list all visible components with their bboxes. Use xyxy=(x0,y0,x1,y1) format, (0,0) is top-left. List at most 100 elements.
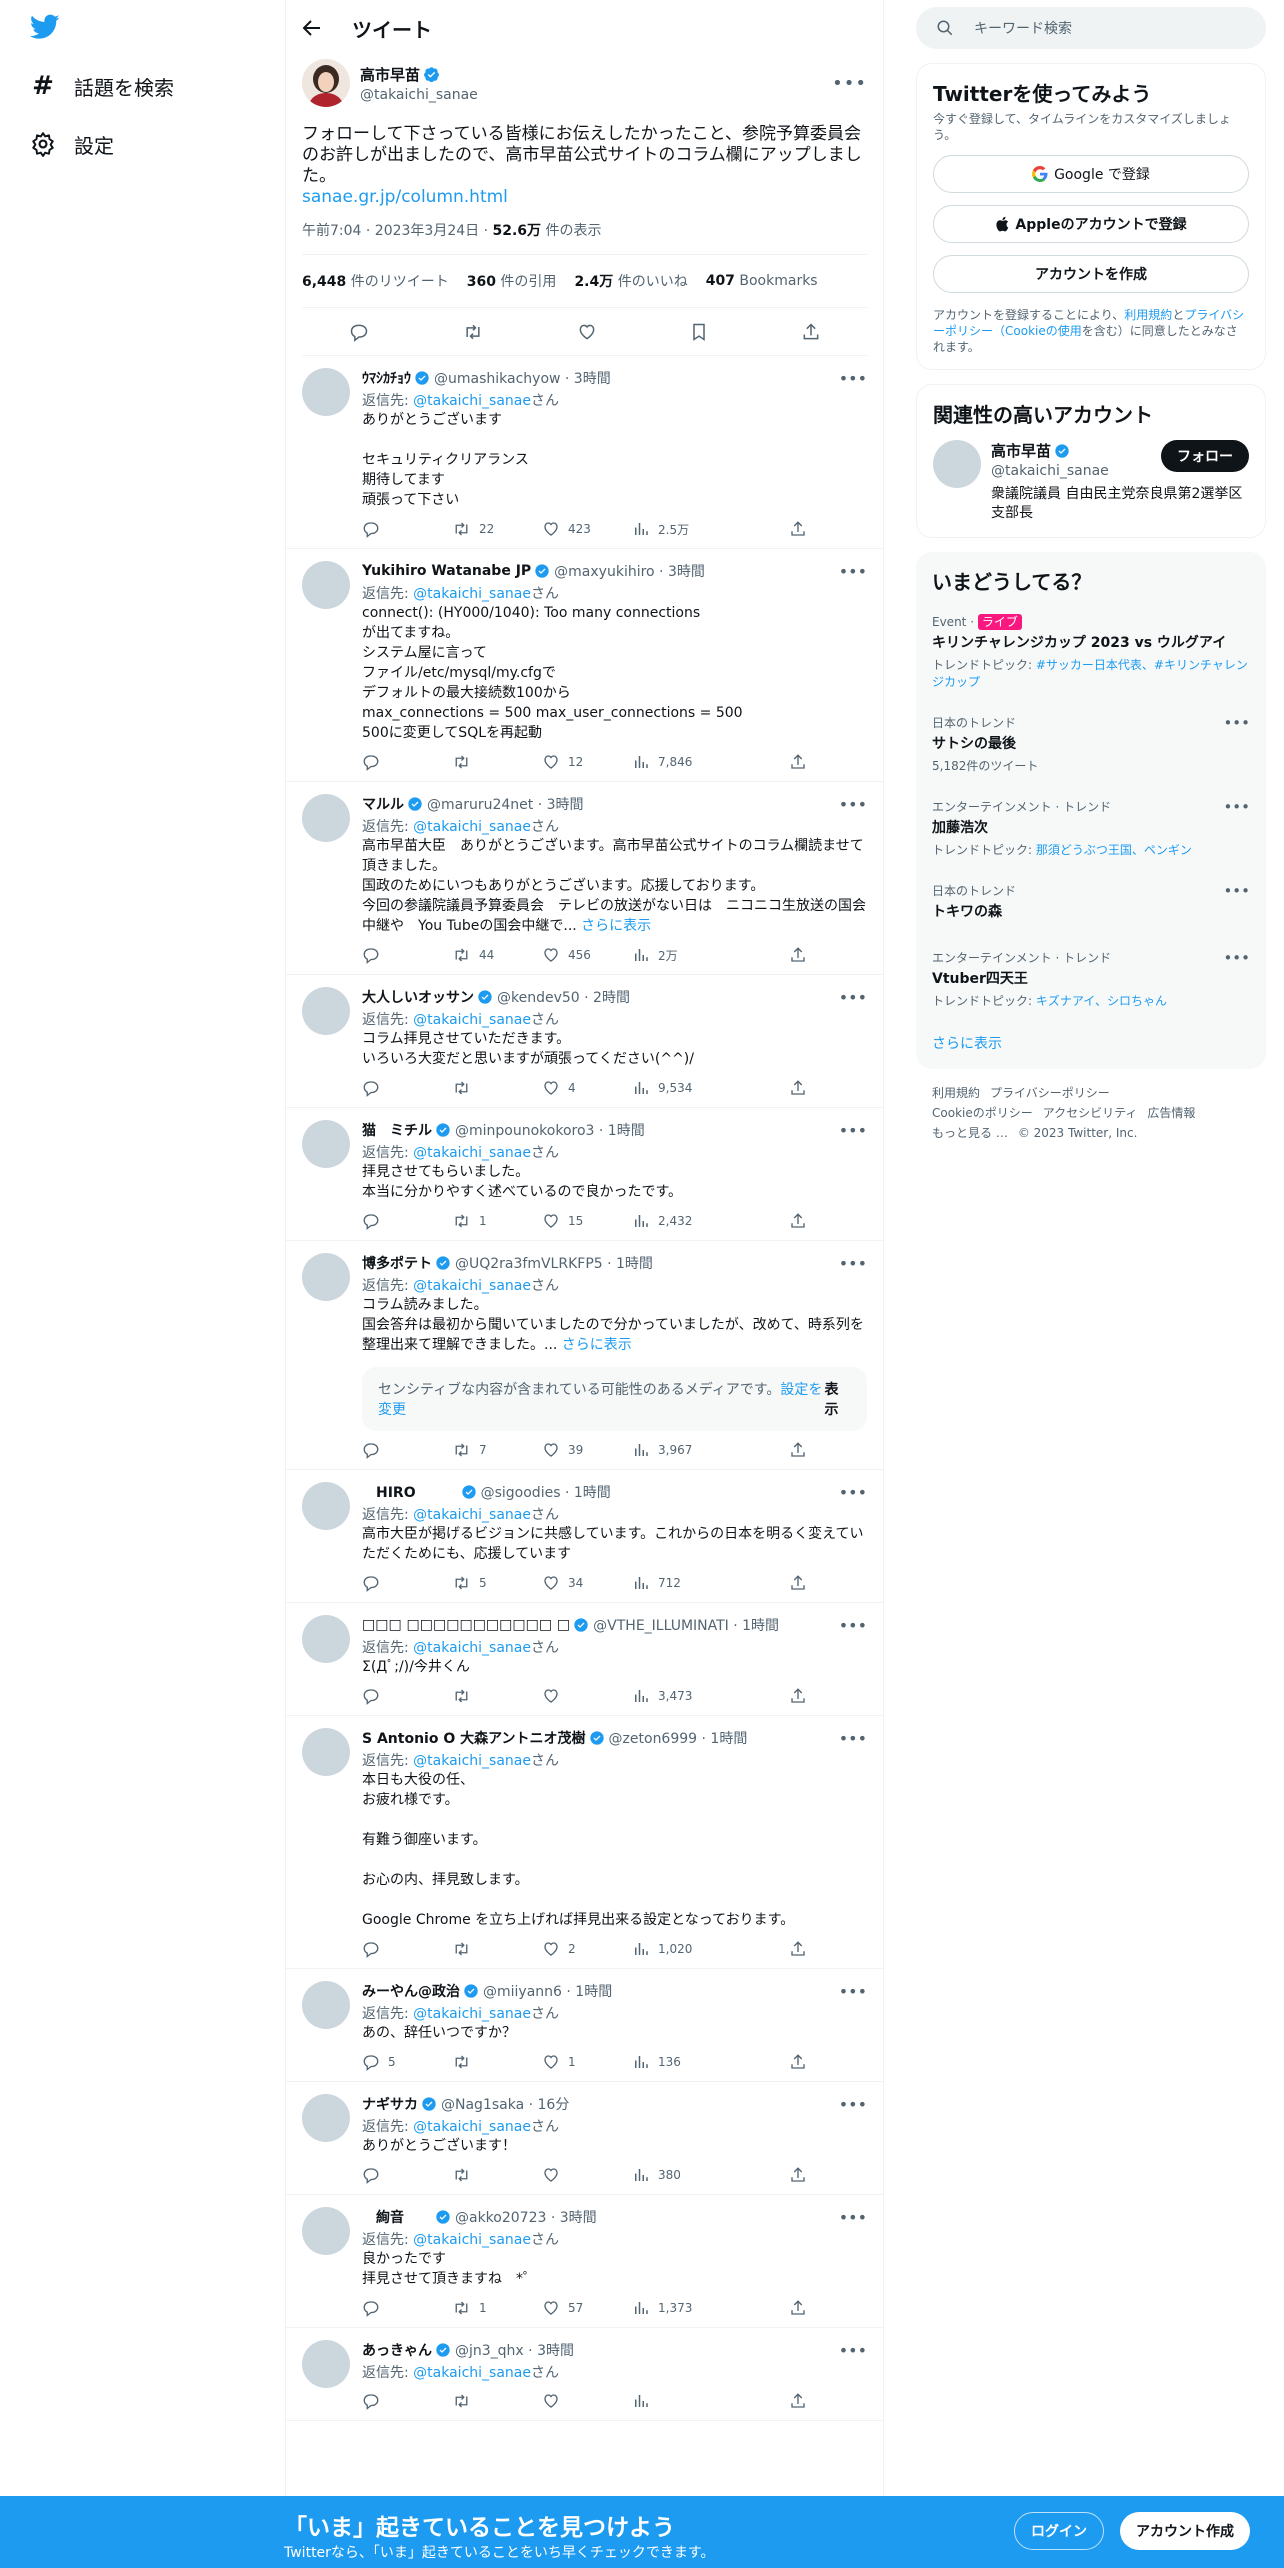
footer-ads[interactable]: 広告情報 xyxy=(1147,1106,1195,1120)
retweet-button[interactable] xyxy=(452,1079,542,1097)
like-button[interactable] xyxy=(542,2166,632,2184)
trends-show-more[interactable]: さらに表示 xyxy=(916,1021,1266,1069)
replying-to-link[interactable]: @takaichi_sanae xyxy=(413,2006,531,2022)
retweets-stat[interactable]: 6,448 件のリツイート xyxy=(302,271,449,291)
avatar[interactable] xyxy=(302,1728,350,1776)
retweet-button[interactable] xyxy=(452,1940,542,1958)
reply-button[interactable] xyxy=(362,1574,452,1592)
follow-button[interactable]: フォロー xyxy=(1161,440,1249,472)
reply-tweet[interactable]: 猫 ミチル @minpounokokoro3 · 1時間 ••• 返信先: @t… xyxy=(286,1108,883,1241)
avatar[interactable] xyxy=(302,1981,350,2029)
reply-author-handle[interactable]: @akko20723 · 3時間 xyxy=(455,2207,597,2227)
avatar[interactable] xyxy=(302,794,350,842)
views-button[interactable]: 3,967 xyxy=(632,1441,722,1459)
reply-tweet[interactable]: □□□ □□□□□□□□□□□ □ @VTHE_ILLUMINATI · 1時間… xyxy=(286,1603,883,1716)
like-button[interactable]: 15 xyxy=(542,1212,632,1230)
replying-to-link[interactable]: @takaichi_sanae xyxy=(413,2119,531,2135)
more-options-icon[interactable]: ••• xyxy=(839,2208,867,2227)
bookmarks-stat[interactable]: 407 Bookmarks xyxy=(706,273,818,289)
avatar[interactable] xyxy=(302,2207,350,2255)
share-button[interactable] xyxy=(789,2392,807,2410)
retweet-button[interactable] xyxy=(452,1687,542,1705)
replying-to-link[interactable]: @takaichi_sanae xyxy=(413,2365,531,2381)
replying-to-link[interactable]: @takaichi_sanae xyxy=(413,1145,531,1161)
reply-tweet[interactable]: S Antonio O 大森アントニオ茂樹 @zeton6999 · 1時間 •… xyxy=(286,1716,883,1969)
tweet-link[interactable]: sanae.gr.jp/column.html xyxy=(302,187,867,208)
reply-button[interactable] xyxy=(362,2166,452,2184)
share-button[interactable] xyxy=(789,1687,807,1705)
retweet-button[interactable] xyxy=(452,2392,542,2410)
reply-author-name[interactable]: みーやん@政治 xyxy=(362,1981,460,2001)
reply-author-handle[interactable]: @VTHE_ILLUMINATI · 1時間 xyxy=(593,1615,779,1635)
replying-to-link[interactable]: @takaichi_sanae xyxy=(413,1753,531,1769)
more-options-icon[interactable]: ••• xyxy=(839,2341,867,2360)
views-button[interactable]: 7,846 xyxy=(632,753,722,771)
reply-tweet[interactable]: あっきゃん @jn3_qhx · 3時間 ••• 返信先: @takaichi_… xyxy=(286,2328,883,2421)
retweet-button[interactable] xyxy=(452,753,542,771)
trend-item[interactable]: Event · ライブ キリンチャレンジカップ 2023 vs ウルグアイ トレ… xyxy=(916,601,1266,702)
reply-author-handle[interactable]: @kendev50 · 2時間 xyxy=(497,987,630,1007)
share-icon[interactable] xyxy=(801,322,821,342)
reply-button[interactable]: 5 xyxy=(362,2053,452,2071)
trend-item[interactable]: 日本のトレンド トキワの森 ••• xyxy=(916,870,1266,937)
trend-item[interactable]: 日本のトレンド サトシの最後 5,182件のツイート ••• xyxy=(916,702,1266,786)
reply-author-name[interactable]: ナギサカ xyxy=(362,2094,418,2114)
avatar[interactable] xyxy=(302,1253,350,1301)
reply-author-name[interactable]: ｳﾏｼｶﾁｮｳ xyxy=(362,368,411,388)
create-account-button[interactable]: アカウントを作成 xyxy=(933,255,1249,293)
share-button[interactable] xyxy=(789,1441,807,1459)
retweet-button[interactable] xyxy=(452,2166,542,2184)
more-options-icon[interactable]: ••• xyxy=(1223,714,1250,732)
trend-item[interactable]: エンターテインメント · トレンド 加藤浩次 トレンドトピック: 那須どうぶつ王… xyxy=(916,786,1266,870)
retweet-button[interactable]: 5 xyxy=(452,1574,542,1592)
reply-button[interactable] xyxy=(362,1441,452,1459)
retweet-icon[interactable] xyxy=(462,322,484,342)
reply-tweet[interactable]: 大人しいオッサン @kendev50 · 2時間 ••• 返信先: @takai… xyxy=(286,975,883,1108)
nav-explore[interactable]: # 話題を検索 xyxy=(30,66,174,106)
share-button[interactable] xyxy=(789,1212,807,1230)
avatar[interactable] xyxy=(302,561,350,609)
views-button[interactable]: 2.5万 xyxy=(632,520,722,538)
avatar[interactable] xyxy=(302,1120,350,1168)
avatar[interactable] xyxy=(302,2094,350,2142)
replying-to-link[interactable]: @takaichi_sanae xyxy=(413,1012,531,1028)
like-button[interactable]: 2 xyxy=(542,1940,632,1958)
views-button[interactable]: 2万 xyxy=(632,946,722,964)
reply-tweet[interactable]: Yukihiro Watanabe JP @maxyukihiro · 3時間 … xyxy=(286,549,883,782)
avatar[interactable] xyxy=(933,440,981,488)
reply-tweet[interactable]: 博多ポテト @UQ2ra3fmVLRKFP5 · 1時間 ••• 返信先: @t… xyxy=(286,1241,883,1470)
more-options-icon[interactable]: ••• xyxy=(839,369,867,388)
reply-button[interactable] xyxy=(362,1940,452,1958)
reply-author-handle[interactable]: @jn3_qhx · 3時間 xyxy=(455,2340,574,2360)
reply-button[interactable] xyxy=(362,1212,452,1230)
reply-button[interactable] xyxy=(362,2299,452,2317)
more-options-icon[interactable]: ••• xyxy=(839,2095,867,2114)
more-options-icon[interactable]: ••• xyxy=(1223,798,1250,816)
reply-author-handle[interactable]: @minpounokokoro3 · 1時間 xyxy=(455,1120,645,1140)
trend-item[interactable]: エンターテインメント · トレンド Vtuber四天王 トレンドトピック: キズ… xyxy=(916,937,1266,1021)
like-button[interactable]: 1 xyxy=(542,2053,632,2071)
more-options-icon[interactable]: ••• xyxy=(839,1483,867,1502)
more-options-icon[interactable]: ••• xyxy=(839,1254,867,1273)
views-button[interactable]: 2,432 xyxy=(632,1212,722,1230)
reply-button[interactable] xyxy=(362,1079,452,1097)
reply-author-handle[interactable]: @UQ2ra3fmVLRKFP5 · 1時間 xyxy=(455,1253,653,1273)
author-name[interactable]: 高市早苗 xyxy=(360,64,420,85)
retweet-button[interactable]: 1 xyxy=(452,1212,542,1230)
like-button[interactable]: 423 xyxy=(542,520,632,538)
login-button[interactable]: ログイン xyxy=(1014,2512,1104,2550)
more-options-icon[interactable]: ••• xyxy=(839,1982,867,2001)
bookmark-icon[interactable] xyxy=(690,322,708,342)
tweet-time[interactable]: 午前7:04 · 2023年3月24日 · xyxy=(302,223,493,239)
share-button[interactable] xyxy=(789,2053,807,2071)
show-more-link[interactable]: さらに表示 xyxy=(577,918,651,934)
quotes-stat[interactable]: 360 件の引用 xyxy=(467,271,557,291)
more-options-icon[interactable]: ••• xyxy=(839,562,867,581)
footer-cookie[interactable]: Cookieのポリシー xyxy=(932,1106,1033,1120)
back-arrow-icon[interactable] xyxy=(302,18,322,38)
retweet-button[interactable]: 1 xyxy=(452,2299,542,2317)
more-options-icon[interactable]: ••• xyxy=(839,1729,867,1748)
more-options-icon[interactable]: ••• xyxy=(839,795,867,814)
replying-to-link[interactable]: @takaichi_sanae xyxy=(413,2232,531,2248)
signup-button[interactable]: アカウント作成 xyxy=(1120,2512,1250,2550)
